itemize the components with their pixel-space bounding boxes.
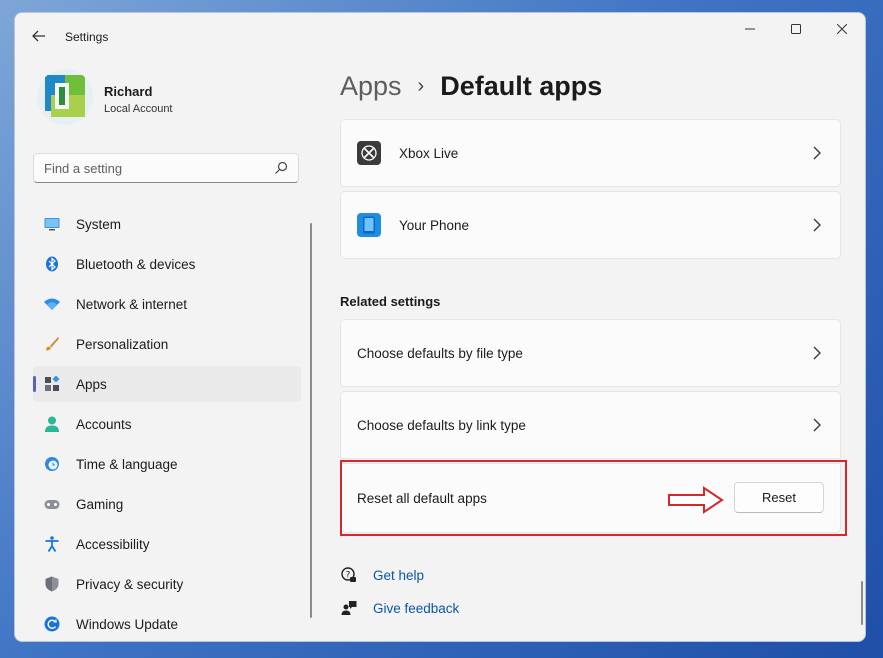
- sidebar-item-network[interactable]: Network & internet: [33, 286, 301, 322]
- related-settings-heading: Related settings: [340, 294, 441, 309]
- chevron-right-icon: [813, 218, 821, 232]
- defaults-by-file-type-row[interactable]: Choose defaults by file type: [340, 319, 841, 387]
- row-label: Choose defaults by file type: [357, 345, 523, 361]
- breadcrumb-parent-link[interactable]: Apps: [340, 71, 402, 102]
- close-button[interactable]: [819, 13, 865, 45]
- give-feedback-link[interactable]: Give feedback: [340, 599, 459, 617]
- search-icon[interactable]: [274, 161, 288, 175]
- app-row-label: Xbox Live: [399, 145, 459, 161]
- chevron-right-icon: [813, 346, 821, 360]
- chevron-right-icon: [813, 146, 821, 160]
- update-icon: [44, 616, 60, 632]
- search-input[interactable]: [44, 154, 269, 182]
- sidebar-item-label: Network & internet: [76, 296, 188, 312]
- sidebar-item-label: Personalization: [76, 336, 169, 352]
- sidebar-item-apps[interactable]: Apps: [33, 366, 301, 402]
- get-help-label: Get help: [373, 567, 425, 583]
- minimize-button[interactable]: [727, 13, 773, 45]
- sidebar-item-time-language[interactable]: Time & language: [33, 446, 301, 482]
- user-name: Richard: [104, 84, 153, 99]
- reset-default-apps-row: Reset all default apps Reset: [340, 463, 841, 533]
- feedback-icon: [340, 599, 358, 617]
- page-title: Default apps: [440, 71, 603, 101]
- brush-icon: [44, 336, 60, 352]
- back-button[interactable]: [27, 25, 51, 47]
- minimize-icon: [745, 28, 755, 30]
- sidebar-item-label: Gaming: [76, 496, 124, 512]
- sidebar-item-label: Windows Update: [76, 616, 179, 632]
- app-row-xbox-live[interactable]: Xbox Live: [340, 119, 841, 187]
- sidebar-item-bluetooth[interactable]: Bluetooth & devices: [33, 246, 301, 282]
- sidebar-item-windows-update[interactable]: Windows Update: [33, 606, 301, 641]
- row-label: Choose defaults by link type: [357, 417, 526, 433]
- chevron-right-icon: [813, 418, 821, 432]
- svg-text:?: ?: [346, 571, 351, 581]
- maximize-button[interactable]: [773, 13, 819, 45]
- maximize-icon: [791, 24, 801, 34]
- get-help-link[interactable]: ? Get help: [340, 566, 424, 584]
- back-arrow-icon: [32, 30, 45, 42]
- shield-icon: [44, 576, 60, 592]
- search-box[interactable]: [33, 153, 299, 183]
- sidebar-item-label: Time & language: [76, 456, 178, 472]
- app-title: Settings: [65, 30, 109, 44]
- gamepad-icon: [44, 496, 60, 512]
- sidebar-item-label: System: [76, 216, 122, 232]
- sidebar-scrollbar[interactable]: [310, 223, 312, 618]
- user-avatar-logo-icon: [45, 75, 85, 117]
- sidebar-item-label: Bluetooth & devices: [76, 256, 196, 272]
- reset-button[interactable]: Reset: [734, 482, 824, 513]
- annotation-arrow-icon: [668, 486, 724, 514]
- breadcrumb-separator: ›: [417, 75, 425, 97]
- person-icon: [44, 416, 60, 432]
- apps-icon: [44, 376, 60, 392]
- sidebar-item-system[interactable]: System: [33, 206, 301, 242]
- sidebar-item-label: Apps: [76, 376, 107, 392]
- give-feedback-label: Give feedback: [373, 600, 460, 616]
- sidebar-item-privacy[interactable]: Privacy & security: [33, 566, 301, 602]
- bluetooth-icon: [44, 256, 60, 272]
- accessibility-icon: [44, 536, 60, 552]
- close-icon: [837, 24, 847, 34]
- account-type: Local Account: [104, 103, 173, 115]
- settings-window: Settings Richard Local Account Find a se…: [14, 12, 866, 642]
- app-row-label: Your Phone: [399, 217, 470, 233]
- breadcrumb: Apps › Default apps: [340, 71, 602, 102]
- sidebar-item-gaming[interactable]: Gaming: [33, 486, 301, 522]
- clock-globe-icon: [44, 456, 60, 472]
- defaults-by-link-type-row[interactable]: Choose defaults by link type: [340, 391, 841, 459]
- wifi-icon: [44, 296, 60, 312]
- xbox-icon: [357, 141, 381, 165]
- sidebar-item-label: Accessibility: [76, 536, 150, 552]
- monitor-icon: [44, 216, 60, 232]
- sidebar-item-label: Accounts: [76, 416, 132, 432]
- sidebar-nav: System Bluetooth & devices Network & int…: [33, 206, 301, 641]
- title-bar: Settings: [15, 13, 865, 59]
- sidebar-item-accounts[interactable]: Accounts: [33, 406, 301, 442]
- content-scrollbar[interactable]: [861, 581, 863, 625]
- avatar[interactable]: [37, 69, 93, 125]
- row-label: Reset all default apps: [357, 490, 487, 506]
- sidebar-item-accessibility[interactable]: Accessibility: [33, 526, 301, 562]
- phone-icon: [357, 213, 381, 237]
- sidebar-item-personalization[interactable]: Personalization: [33, 326, 301, 362]
- help-icon: ?: [340, 566, 358, 584]
- sidebar-item-label: Privacy & security: [76, 576, 184, 592]
- app-row-your-phone[interactable]: Your Phone: [340, 191, 841, 259]
